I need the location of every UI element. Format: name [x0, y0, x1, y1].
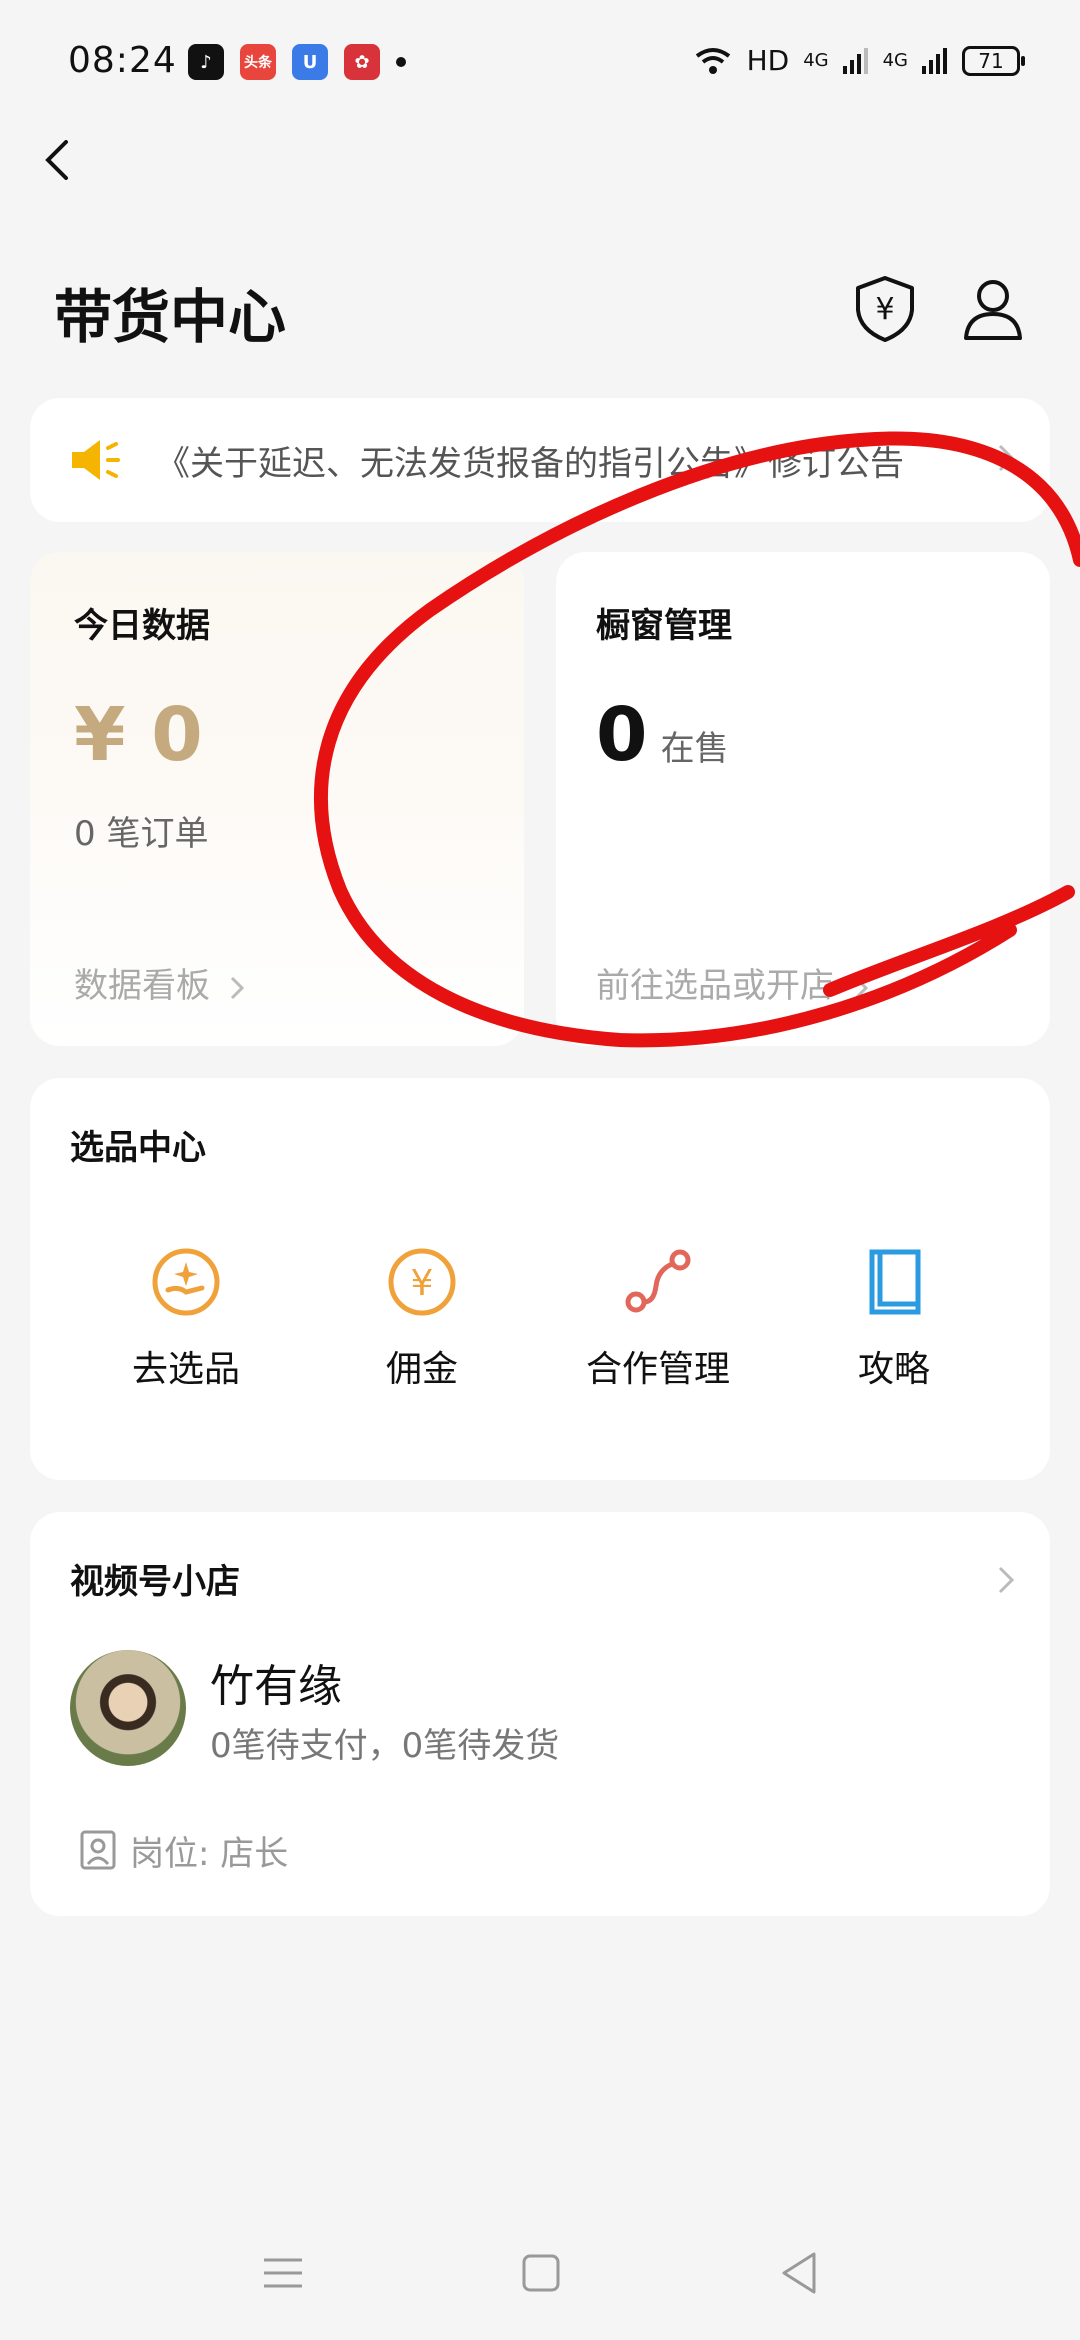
data-board-label: 数据看板: [74, 966, 210, 1006]
status-time: 08:24: [68, 40, 177, 81]
shop-name: 竹有缘: [210, 1661, 342, 1712]
chevron-right-icon: [230, 976, 244, 999]
signal-label-2: 4G: [882, 50, 908, 71]
notice-bar[interactable]: 《关于延迟、无法发货报备的指引公告》修订公告: [30, 398, 1050, 522]
hand-sparkle-icon: [152, 1248, 220, 1316]
notification-dot: [396, 57, 406, 67]
amount-value: 0: [151, 692, 203, 778]
commission-button[interactable]: ¥ 佣金: [322, 1246, 522, 1392]
video-shop-card[interactable]: 视频号小店 竹有缘 0笔待支付，0笔待发货 岗位: 店长: [30, 1512, 1050, 1916]
app-u-icon: U: [292, 44, 328, 80]
commission-label: 佣金: [385, 1349, 458, 1390]
megaphone-icon: [72, 440, 120, 480]
battery-icon: 71: [962, 45, 1025, 76]
go-pick-label: 去选品: [131, 1349, 240, 1390]
shop-role: 岗位: 店长: [130, 1834, 289, 1874]
page-title: 带货中心: [54, 283, 287, 351]
guide-button[interactable]: 攻略: [794, 1246, 994, 1392]
yen-coin-icon: ¥: [388, 1248, 456, 1316]
toutiao-icon: 头条: [240, 44, 276, 80]
window-count-label: 在售: [660, 729, 729, 769]
home-nav-icon[interactable]: [516, 2248, 566, 2298]
cooperation-management-label: 合作管理: [585, 1349, 730, 1390]
window-count: 0: [596, 692, 648, 778]
status-right: HD 4G 4G 71: [693, 44, 1025, 77]
today-data-card[interactable]: 今日数据 ¥ 0 0 笔订单 数据看板: [30, 552, 524, 1046]
shop-order-status: 0笔待支付，0笔待发货: [210, 1726, 560, 1766]
cooperation-management-button[interactable]: 合作管理: [558, 1246, 758, 1392]
douyin-icon: ♪: [188, 44, 224, 80]
chevron-right-icon: [998, 444, 1015, 472]
select-or-open-label: 前往选品或开店: [596, 966, 834, 1006]
svg-text:¥: ¥: [875, 292, 894, 327]
currency-symbol: ¥: [74, 692, 126, 778]
guide-label: 攻略: [857, 1349, 930, 1390]
today-orders: 0 笔订单: [74, 814, 209, 854]
avatar: [70, 1650, 186, 1766]
shield-yen-icon[interactable]: ¥: [852, 274, 918, 344]
pick-center-card: 选品中心 去选品 ¥ 佣金 合作管理 攻略: [30, 1078, 1050, 1480]
back-icon[interactable]: [38, 140, 78, 180]
signal-icon-1: [842, 47, 868, 74]
menu-nav-icon[interactable]: [258, 2248, 308, 2298]
chevron-right-icon[interactable]: [996, 1560, 1016, 1600]
battery-level: 71: [978, 48, 1004, 73]
svg-text:¥: ¥: [411, 1263, 434, 1304]
window-management-card[interactable]: 橱窗管理 0 在售 前往选品或开店: [556, 552, 1050, 1046]
today-amount: ¥ 0: [74, 692, 203, 778]
window-count-group: 0 在售: [596, 692, 729, 778]
go-pick-button[interactable]: 去选品: [86, 1246, 286, 1392]
video-shop-title: 视频号小店: [70, 1562, 240, 1602]
today-data-title: 今日数据: [74, 606, 210, 646]
select-or-open-link[interactable]: 前往选品或开店: [596, 958, 869, 1007]
route-icon: [625, 1249, 691, 1313]
id-badge-icon: [80, 1830, 116, 1870]
user-icon[interactable]: [960, 276, 1026, 342]
signal-icon-2: [922, 47, 947, 74]
status-app-icons: ♪ 头条 U ✿: [188, 44, 406, 80]
app-red-icon: ✿: [344, 44, 380, 80]
notice-text[interactable]: 《关于延迟、无法发货报备的指引公告》修订公告: [156, 436, 904, 485]
wifi-icon: [695, 47, 730, 74]
data-board-link[interactable]: 数据看板: [74, 958, 245, 1007]
network-label: HD: [746, 44, 790, 77]
pick-center-title: 选品中心: [70, 1128, 206, 1168]
window-title: 橱窗管理: [596, 606, 732, 646]
signal-label-1: 4G: [803, 50, 829, 71]
chevron-right-icon: [854, 976, 868, 999]
back-nav-icon[interactable]: [774, 2248, 824, 2298]
book-icon: [869, 1249, 921, 1315]
